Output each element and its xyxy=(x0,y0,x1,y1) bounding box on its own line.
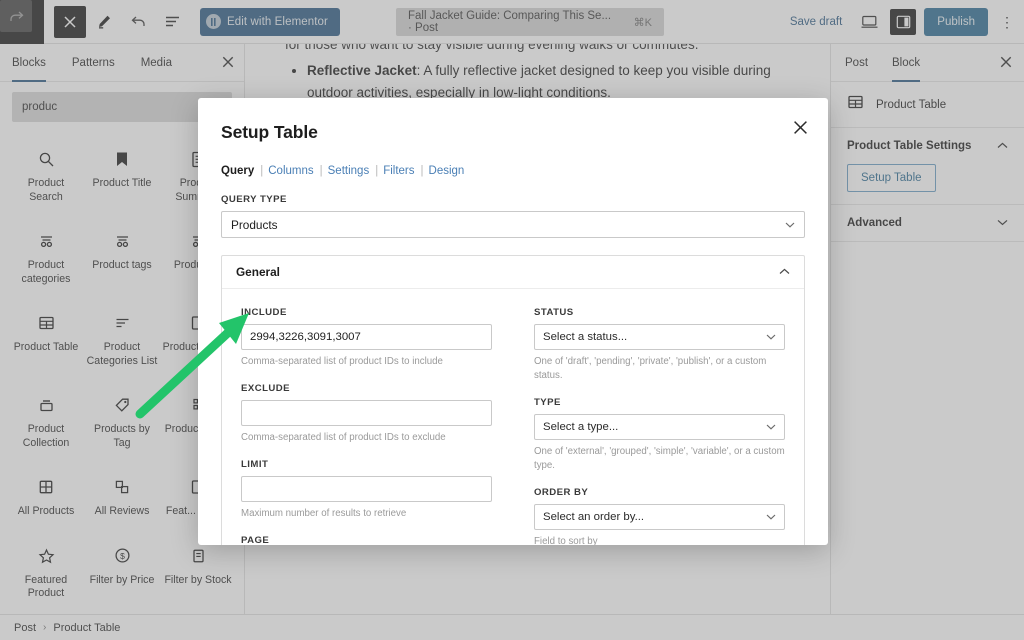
chevron-down-icon xyxy=(766,512,776,522)
modal-tab-columns[interactable]: Columns xyxy=(268,165,313,177)
limit-help: Maximum number of results to retrieve xyxy=(241,508,407,520)
general-panel: General INCLUDE 2994,3226,3091,3007 Comm… xyxy=(221,255,805,545)
modal-tab-filters[interactable]: Filters xyxy=(383,165,414,177)
general-panel-header[interactable]: General xyxy=(222,256,804,289)
order-by-value: Select an order by... xyxy=(543,511,645,524)
tab-separator: | xyxy=(375,165,379,177)
status-value: Select a status... xyxy=(543,331,628,343)
chevron-up-icon xyxy=(779,267,790,278)
type-value: Select a type... xyxy=(543,421,619,434)
tab-separator: | xyxy=(260,165,264,177)
limit-label: LIMIT xyxy=(241,459,269,471)
limit-input[interactable] xyxy=(241,476,492,503)
panel-title: General xyxy=(236,265,280,279)
general-left-column: INCLUDE 2994,3226,3091,3007 Comma-separa… xyxy=(241,293,492,545)
include-help: Comma-separated list of product IDs to i… xyxy=(241,356,443,367)
include-label: INCLUDE xyxy=(241,307,287,318)
query-type-select[interactable]: Products xyxy=(221,211,805,238)
query-type-value: Products xyxy=(231,217,278,232)
status-label: STATUS xyxy=(534,307,574,318)
setup-table-modal: Setup Table Query | Columns | Settings |… xyxy=(198,98,828,545)
exclude-label: EXCLUDE xyxy=(241,383,290,395)
status-help: One of 'draft', 'pending', 'private', 'p… xyxy=(534,356,767,382)
modal-tab-design[interactable]: Design xyxy=(429,165,465,177)
type-label: TYPE xyxy=(534,397,561,409)
exclude-help: Comma-separated list of product IDs to e… xyxy=(241,432,446,444)
modal-tab-query[interactable]: Query xyxy=(221,165,254,177)
order-by-label: ORDER BY xyxy=(534,487,589,499)
order-by-help: Field to sort by xyxy=(534,536,598,545)
include-value: 2994,3226,3091,3007 xyxy=(250,331,361,343)
page-label: PAGE xyxy=(241,535,270,545)
status-select[interactable]: Select a status... xyxy=(534,324,785,350)
type-help: One of 'external', 'grouped', 'simple', … xyxy=(534,446,785,472)
close-modal-icon[interactable] xyxy=(793,120,808,140)
general-right-column: STATUS Select a status... One of 'draft'… xyxy=(534,293,785,545)
exclude-input[interactable] xyxy=(241,400,492,427)
chevron-down-icon xyxy=(766,332,776,342)
include-input[interactable]: 2994,3226,3091,3007 xyxy=(241,324,492,350)
query-type-label: QUERY TYPE xyxy=(221,194,287,205)
tab-separator: | xyxy=(420,165,424,177)
order-by-select[interactable]: Select an order by... xyxy=(534,504,785,531)
tab-separator: | xyxy=(319,165,323,177)
modal-tab-settings[interactable]: Settings xyxy=(328,165,370,177)
modal-title: Setup Table xyxy=(221,122,318,142)
type-select[interactable]: Select a type... xyxy=(534,414,785,441)
chevron-down-icon xyxy=(785,220,795,230)
chevron-down-icon xyxy=(766,422,776,432)
modal-tabs: Query | Columns | Settings | Filters | D… xyxy=(221,165,805,177)
